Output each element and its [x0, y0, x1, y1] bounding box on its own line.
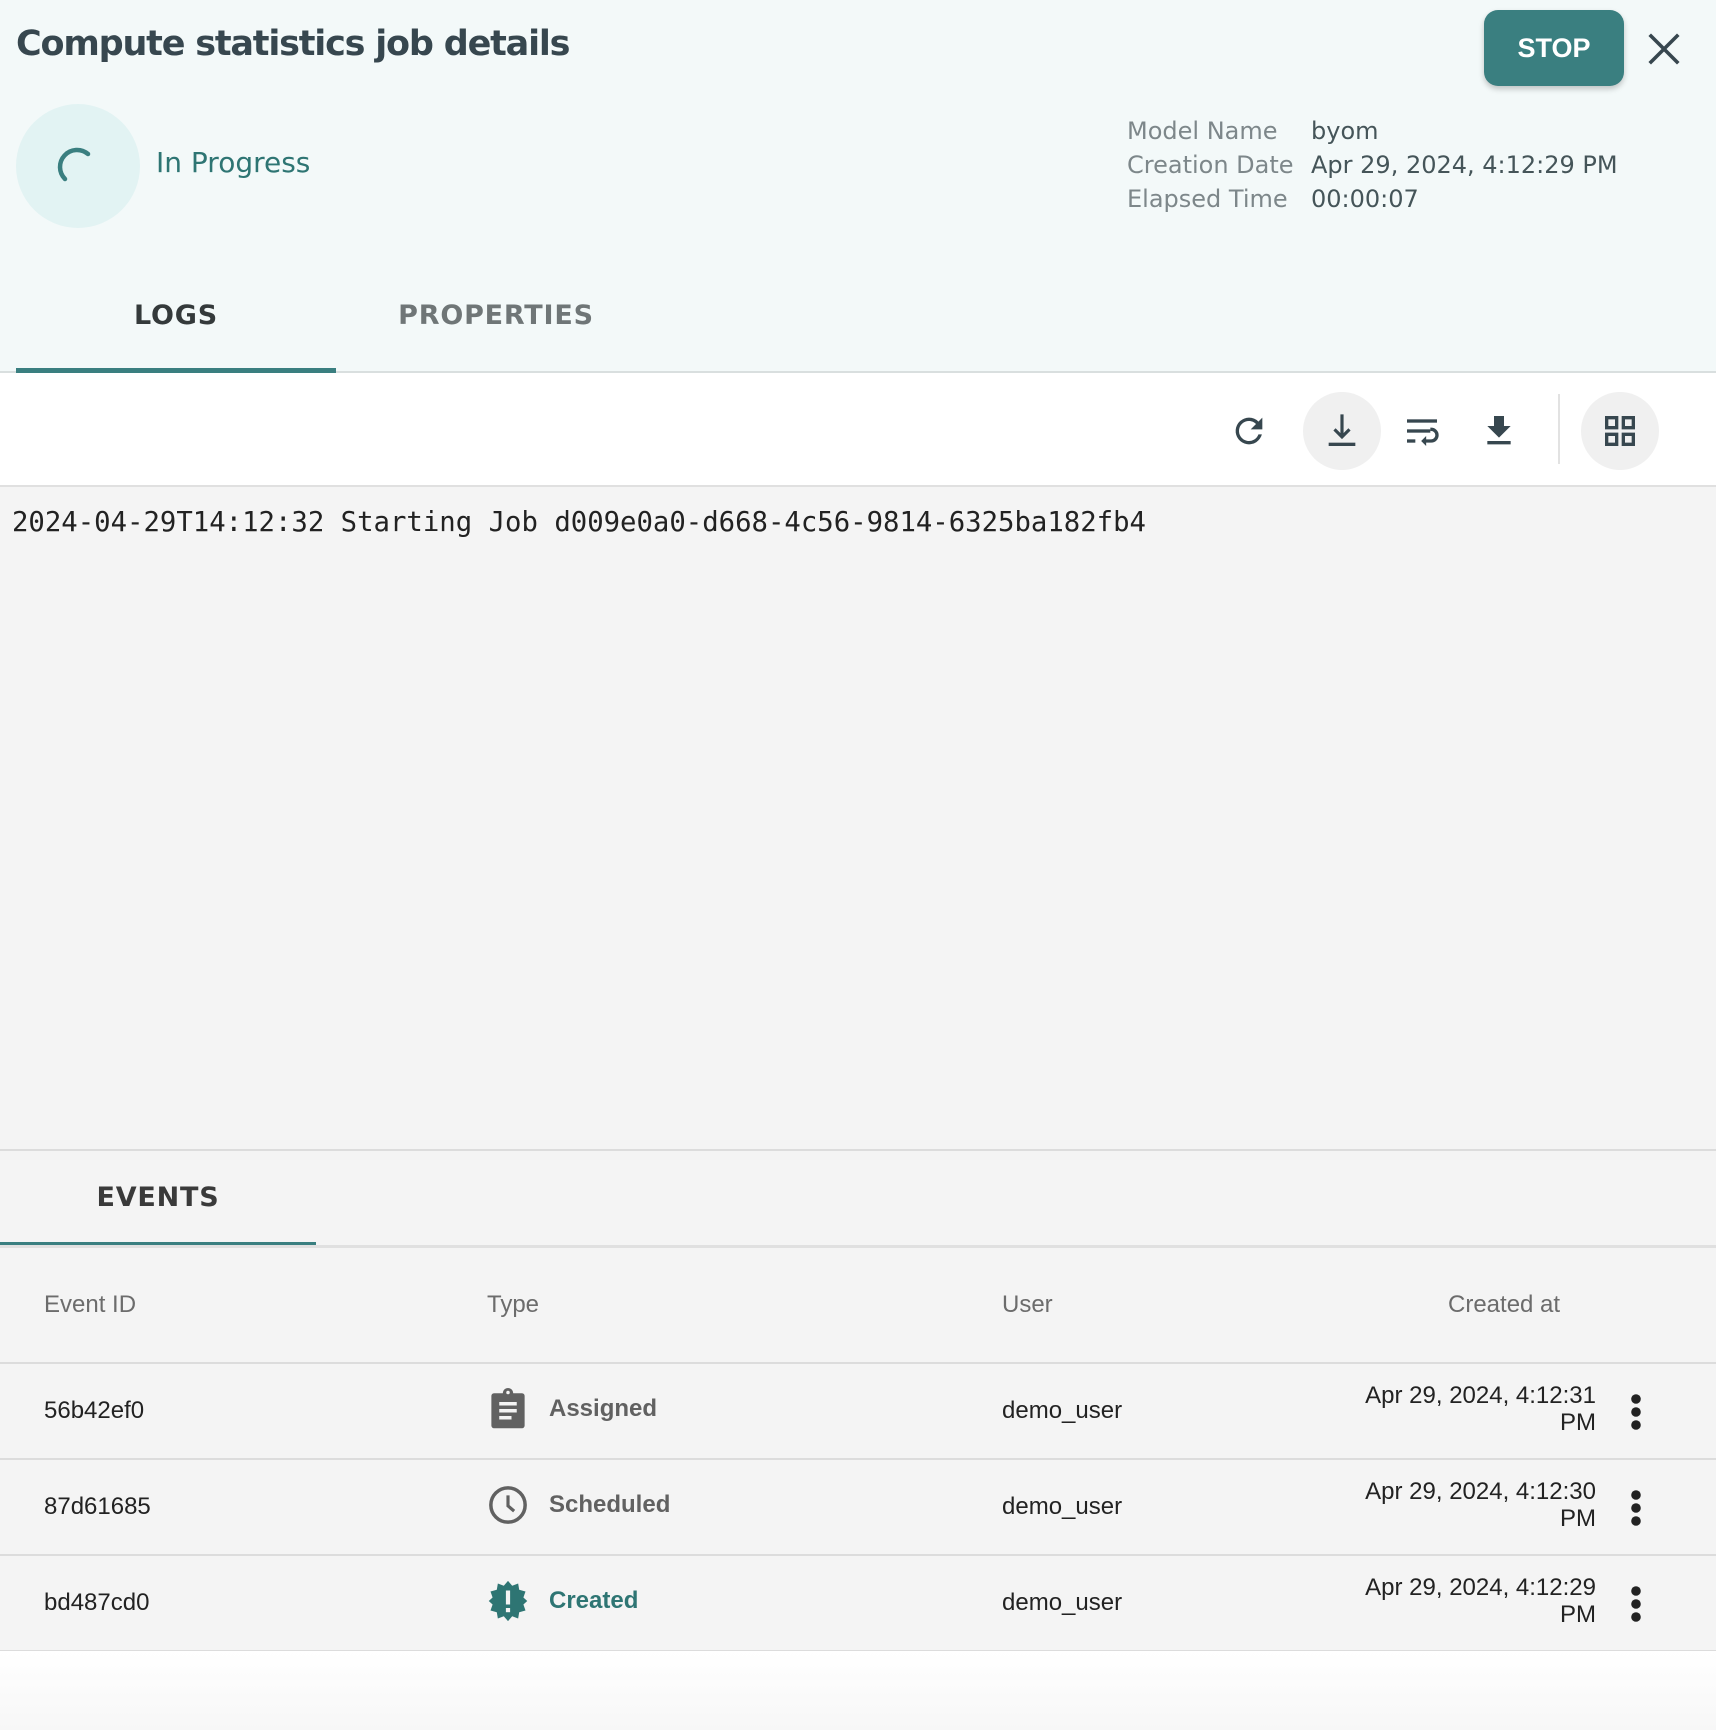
status-label: In Progress: [156, 146, 311, 179]
row-actions-button[interactable]: [1616, 1482, 1656, 1534]
events-table-header: Event ID Type User Created at: [0, 1248, 1716, 1364]
event-type: Assigned: [487, 1386, 657, 1432]
meta-value: 00:00:07: [1311, 185, 1419, 213]
close-icon: [1648, 33, 1680, 65]
log-output[interactable]: 2024-04-29T14:12:32 Starting Job d009e0a…: [0, 487, 1716, 1149]
wrap-text-button[interactable]: [1383, 392, 1461, 470]
scroll-to-bottom-icon: [1328, 414, 1356, 446]
created-at-line: Apr 29, 2024, 4:12:30: [1365, 1478, 1596, 1505]
meta-model-name: Model Name byom: [1127, 114, 1618, 148]
grid-view-icon: [1605, 416, 1635, 446]
table-row[interactable]: 87d61685 Scheduled demo_user Apr 29, 202…: [0, 1460, 1716, 1556]
job-metadata: Model Name byom Creation Date Apr 29, 20…: [1127, 114, 1618, 216]
panel-footer-space: [0, 1651, 1716, 1730]
event-type-label: Assigned: [549, 1395, 658, 1422]
column-header-event-id[interactable]: Event ID: [44, 1291, 136, 1319]
scroll-to-bottom-button[interactable]: [1303, 392, 1381, 470]
event-type-label: Scheduled: [549, 1491, 671, 1518]
meta-label: Creation Date: [1127, 151, 1294, 179]
row-actions-button[interactable]: [1616, 1578, 1656, 1630]
meta-label: Model Name: [1127, 117, 1278, 145]
column-header-type[interactable]: Type: [487, 1291, 539, 1319]
event-type-label: Created: [549, 1587, 639, 1614]
events-panel: EVENTS Event ID Type User Created at 56b…: [0, 1149, 1716, 1652]
page-title: Compute statistics job details: [16, 24, 571, 64]
event-user: demo_user: [1002, 1589, 1123, 1616]
more-vertical-icon: [1631, 1394, 1641, 1430]
active-tab-indicator: [16, 368, 336, 373]
toolbar-divider: [1558, 394, 1560, 464]
log-toolbar: [0, 375, 1716, 487]
column-header-created-at[interactable]: Created at: [1448, 1291, 1560, 1319]
wrap-text-icon: [1407, 419, 1439, 446]
event-user: demo_user: [1002, 1397, 1123, 1424]
download-button[interactable]: [1460, 392, 1538, 470]
tab-logs[interactable]: LOGS: [16, 300, 336, 373]
meta-creation-date: Creation Date Apr 29, 2024, 4:12:29 PM: [1127, 148, 1618, 182]
job-details-header: Compute statistics job details STOP In P…: [0, 0, 1716, 373]
more-vertical-icon: [1631, 1586, 1641, 1622]
tab-events[interactable]: EVENTS: [0, 1151, 316, 1244]
event-id: bd487cd0: [44, 1589, 150, 1616]
event-id: 87d61685: [44, 1493, 151, 1520]
clock-icon: [489, 1486, 527, 1524]
created-at-line: PM: [1560, 1409, 1596, 1436]
close-button[interactable]: [1645, 30, 1683, 68]
tab-properties[interactable]: PROPERTIES: [336, 300, 656, 373]
status-indicator: [16, 104, 140, 228]
new-badge-icon: [488, 1580, 528, 1622]
created-at-line: Apr 29, 2024, 4:12:31: [1365, 1382, 1596, 1409]
spinner-icon: [57, 147, 91, 182]
log-line: 2024-04-29T14:12:32 Starting Job d009e0a…: [12, 507, 1146, 538]
created-at-line: PM: [1560, 1505, 1596, 1532]
column-header-user[interactable]: User: [1002, 1291, 1053, 1319]
more-vertical-icon: [1631, 1490, 1641, 1526]
created-at-line: PM: [1560, 1601, 1596, 1628]
created-at-line: Apr 29, 2024, 4:12:29: [1365, 1574, 1596, 1601]
refresh-icon: [1235, 417, 1263, 445]
event-type: Created: [487, 1578, 638, 1624]
meta-value: byom: [1311, 117, 1379, 145]
event-created-at: Apr 29, 2024, 4:12:31 PM: [1365, 1382, 1596, 1436]
meta-label: Elapsed Time: [1127, 185, 1288, 213]
download-icon: [1487, 416, 1511, 445]
event-id: 56b42ef0: [44, 1397, 145, 1424]
event-created-at: Apr 29, 2024, 4:12:29 PM: [1365, 1574, 1596, 1628]
refresh-button[interactable]: [1210, 392, 1288, 470]
event-created-at: Apr 29, 2024, 4:12:30 PM: [1365, 1478, 1596, 1532]
row-actions-button[interactable]: [1616, 1386, 1656, 1438]
stop-button[interactable]: STOP: [1484, 10, 1624, 86]
event-type: Scheduled: [487, 1482, 670, 1528]
meta-value: Apr 29, 2024, 4:12:29 PM: [1311, 151, 1618, 179]
meta-elapsed-time: Elapsed Time 00:00:07: [1127, 182, 1618, 216]
event-user: demo_user: [1002, 1493, 1123, 1520]
clipboard-icon: [491, 1388, 525, 1429]
grid-view-button[interactable]: [1581, 392, 1659, 470]
table-row[interactable]: 56b42ef0 Assigned demo_user Apr 29, 2024…: [0, 1364, 1716, 1460]
table-row[interactable]: bd487cd0 Created demo_user Apr 29, 2024,…: [0, 1556, 1716, 1652]
